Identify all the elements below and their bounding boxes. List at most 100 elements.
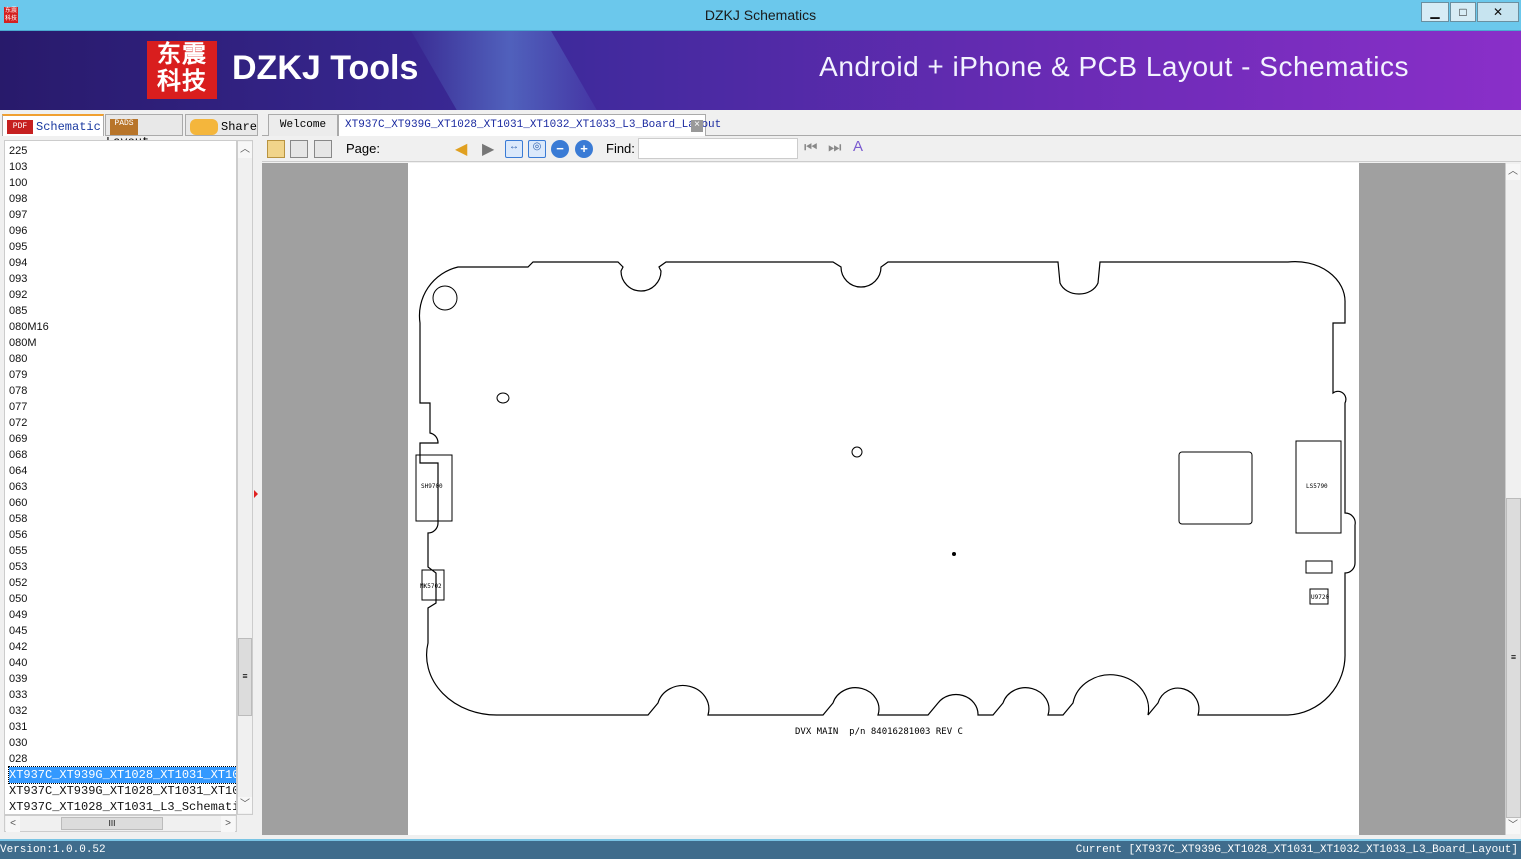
- find-next-icon[interactable]: ⏭: [828, 139, 842, 156]
- copy-icon[interactable]: [267, 140, 285, 158]
- component-label: U9720: [1311, 594, 1330, 601]
- maximize-button[interactable]: □: [1450, 2, 1476, 22]
- fit-width-icon[interactable]: ↔: [505, 140, 523, 158]
- tree-item[interactable]: 063: [9, 479, 27, 495]
- current-document-text: Current [XT937C_XT939G_XT1028_XT1031_XT1…: [1075, 844, 1518, 856]
- scroll-left-icon[interactable]: <: [6, 816, 20, 832]
- find-input[interactable]: [638, 138, 798, 159]
- tree-item[interactable]: 092: [9, 287, 27, 303]
- scroll-thumb[interactable]: III: [61, 817, 163, 830]
- title-bar: 东震 科技 DZKJ Schematics ▁ □ ✕: [0, 0, 1521, 31]
- component-label: SH9700: [421, 483, 443, 490]
- scroll-thumb[interactable]: ≡: [1506, 498, 1521, 818]
- tree-item[interactable]: 068: [9, 447, 27, 463]
- tree-item[interactable]: 100: [9, 175, 27, 191]
- tree-item[interactable]: 094: [9, 255, 27, 271]
- tree-item[interactable]: 030: [9, 735, 27, 751]
- tree-item[interactable]: 080: [9, 351, 27, 367]
- pdf-page: SH9700 LS5790 MK5702 U9720 DVX MAIN p/n …: [408, 163, 1359, 835]
- page-prev-doc-icon[interactable]: [290, 140, 308, 158]
- tree-item[interactable]: 040: [9, 655, 27, 671]
- tree-item[interactable]: 098: [9, 191, 27, 207]
- version-text: Version:1.0.0.52: [0, 844, 106, 856]
- close-tab-icon[interactable]: ×: [691, 120, 703, 132]
- tree-item[interactable]: 049: [9, 607, 27, 623]
- scroll-down-icon[interactable]: ﹀: [1506, 818, 1520, 834]
- scroll-thumb[interactable]: ≡: [238, 638, 252, 716]
- document-viewer[interactable]: SH9700 LS5790 MK5702 U9720 DVX MAIN p/n …: [262, 163, 1505, 835]
- file-tree: 225 103 100 098 097 096 095 094 093 092 085 080M16 0…: [4, 140, 237, 815]
- tree-vertical-scrollbar[interactable]: ︿ ≡ ﹀: [237, 140, 253, 815]
- splitter-handle[interactable]: [254, 490, 258, 498]
- highlight-icon[interactable]: A: [853, 138, 863, 155]
- tree-item[interactable]: XT937C_XT1028_XT1031_L3_Schematics: [9, 799, 236, 814]
- tree-item[interactable]: XT937C_XT939G_XT1028_XT1031_XT1032_XT103…: [8, 766, 236, 784]
- tab-schematic[interactable]: PDF Schematic: [2, 114, 104, 136]
- tree-item[interactable]: 053: [9, 559, 27, 575]
- tree-item[interactable]: 077: [9, 399, 27, 415]
- tree-item[interactable]: 064: [9, 463, 27, 479]
- zoom-in-icon[interactable]: +: [575, 140, 593, 158]
- tree-item[interactable]: 069: [9, 431, 27, 447]
- banner-decoration: [399, 31, 621, 110]
- tree-item[interactable]: 093: [9, 271, 27, 287]
- tree-item[interactable]: 028: [9, 751, 27, 767]
- viewer-vertical-scrollbar[interactable]: ︿ ≡ ﹀: [1505, 163, 1521, 835]
- scroll-up-icon[interactable]: ︿: [1506, 164, 1520, 180]
- tree-item[interactable]: 058: [9, 511, 27, 527]
- tree-item[interactable]: 031: [9, 719, 27, 735]
- fit-page-icon[interactable]: ◎: [528, 140, 546, 158]
- previous-page-icon[interactable]: ◀: [455, 139, 467, 159]
- scroll-up-icon[interactable]: ︿: [238, 142, 252, 158]
- scroll-right-icon[interactable]: >: [221, 816, 235, 832]
- tab-label: XT937C_XT939G_XT1028_XT1031_XT1032_XT103…: [345, 119, 722, 131]
- tab-board-layout[interactable]: XT937C_XT939G_XT1028_XT1031_XT1032_XT103…: [338, 114, 721, 136]
- tree-item[interactable]: 045: [9, 623, 27, 639]
- tree-item[interactable]: 056: [9, 527, 27, 543]
- tree-item[interactable]: 072: [9, 415, 27, 431]
- pdf-icon: PDF: [7, 120, 33, 134]
- pads-icon: PADS: [110, 119, 138, 135]
- page-label: Page:: [346, 141, 380, 156]
- zoom-out-icon[interactable]: −: [551, 140, 569, 158]
- tab-welcome[interactable]: Welcome: [268, 114, 338, 136]
- tree-item[interactable]: 052: [9, 575, 27, 591]
- tree-item[interactable]: 095: [9, 239, 27, 255]
- tree-horizontal-scrollbar[interactable]: < III >: [4, 815, 237, 832]
- tree-item[interactable]: 078: [9, 383, 27, 399]
- scroll-down-icon[interactable]: ﹀: [238, 797, 252, 813]
- find-previous-icon[interactable]: ⏮: [804, 139, 818, 156]
- tree-item[interactable]: 050: [9, 591, 27, 607]
- brand-name: DZKJ Tools: [232, 49, 419, 87]
- slogan: Android + iPhone & PCB Layout - Schemati…: [819, 51, 1409, 82]
- tree-item[interactable]: 080M16: [9, 319, 49, 335]
- tab-layout[interactable]: PADSLayout: [105, 114, 183, 149]
- tab-share[interactable]: Share: [185, 114, 258, 136]
- tree-item[interactable]: 096: [9, 223, 27, 239]
- tree-item[interactable]: 079: [9, 367, 27, 383]
- cloud-share-icon: [190, 119, 218, 135]
- component-label: LS5790: [1306, 483, 1328, 490]
- tree-item[interactable]: 032: [9, 703, 27, 719]
- tree-item[interactable]: 085: [9, 303, 27, 319]
- tree-item[interactable]: 060: [9, 495, 27, 511]
- tree-item[interactable]: 042: [9, 639, 27, 655]
- viewer-toolbar: Page: 2 / 2 ◀ ▶ ↔ ◎ − + Find: ⏮ ⏭ A: [262, 136, 1521, 162]
- window-title: DZKJ Schematics: [704, 7, 817, 23]
- component-label: MK5702: [420, 583, 442, 590]
- board-caption: DVX MAIN p/n 84016281003 REV C: [795, 727, 963, 737]
- tree-item[interactable]: 033: [9, 687, 27, 703]
- tree-item[interactable]: 080M: [9, 335, 37, 351]
- dzkj-logo: 东震科技: [147, 41, 217, 99]
- close-button[interactable]: ✕: [1477, 2, 1519, 22]
- tree-item[interactable]: 103: [9, 159, 27, 175]
- tree-item[interactable]: 097: [9, 207, 27, 223]
- next-page-icon[interactable]: ▶: [482, 139, 494, 159]
- tree-item[interactable]: XT937C_XT939G_XT1028_XT1031_XT1032_XT103…: [9, 783, 236, 799]
- tree-item[interactable]: 225: [9, 143, 27, 159]
- tab-label: Share: [221, 120, 258, 135]
- minimize-button[interactable]: ▁: [1421, 2, 1449, 22]
- tree-item[interactable]: 039: [9, 671, 27, 687]
- page-next-doc-icon[interactable]: [314, 140, 332, 158]
- tree-item[interactable]: 055: [9, 543, 27, 559]
